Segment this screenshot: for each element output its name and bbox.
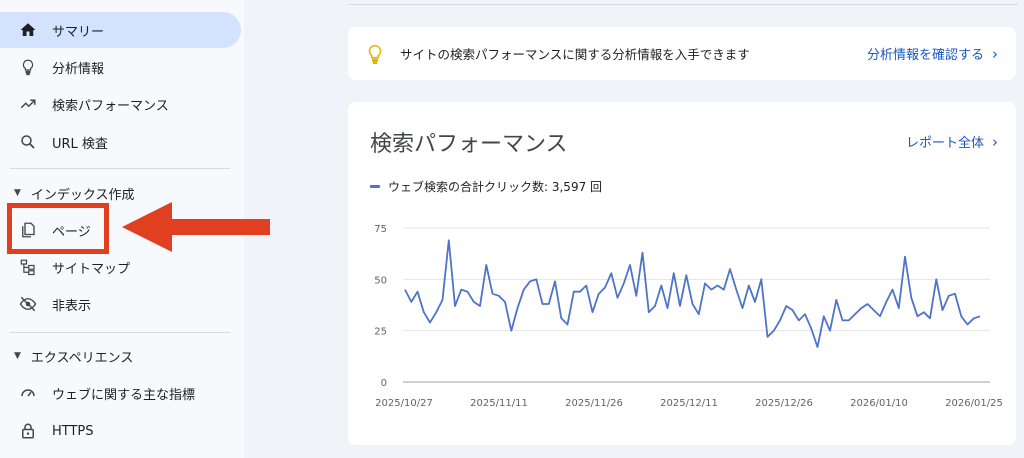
x-tick-label: 2025/11/11: [470, 398, 528, 409]
x-tick-label: 2025/12/26: [755, 398, 813, 409]
lock-icon: [18, 421, 38, 441]
sidebar-item-summary[interactable]: サマリー: [0, 12, 241, 48]
sidebar-item-insights[interactable]: 分析情報: [0, 49, 241, 85]
sitemap-icon: [18, 257, 38, 277]
performance-title: 検索パフォーマンス: [370, 132, 568, 157]
y-tick-label: 75: [374, 224, 387, 235]
x-tick-label: 2026/01/25: [945, 398, 1003, 409]
insights-card: サイトの検索パフォーマンスに関する分析情報を入手できます 分析情報を確認する ›: [348, 27, 1016, 80]
chevron-right-icon: ›: [992, 132, 998, 151]
sidebar-item-label: 検索パフォーマンス: [52, 98, 169, 114]
sidebar-item-label: URL 検査: [52, 136, 108, 152]
caret-down-icon: ▼: [14, 351, 21, 361]
legend-label: ウェブ検索の合計クリック数: 3,597 回: [388, 180, 603, 194]
trending-up-icon: [18, 94, 38, 114]
sidebar-item-label: 分析情報: [52, 61, 105, 77]
sidebar-item-https[interactable]: HTTPS: [0, 413, 241, 449]
sidebar-item-url-inspection[interactable]: URL 検査: [0, 124, 241, 160]
section-label: エクスペリエンス: [30, 350, 134, 366]
chart-legend: ウェブ検索の合計クリック数: 3,597 回: [370, 178, 602, 195]
chevron-right-icon: ›: [992, 44, 998, 63]
x-tick-label: 2025/11/26: [565, 398, 623, 409]
header-divider: [348, 4, 1018, 5]
lightbulb-icon: [18, 57, 38, 77]
full-report-link[interactable]: レポート全体 ›: [905, 132, 998, 152]
sidebar-item-label: 非表示: [52, 298, 92, 314]
x-tick-label: 2025/12/11: [660, 398, 718, 409]
sidebar-item-label: サマリー: [52, 24, 105, 40]
x-tick-label: 2025/10/27: [375, 398, 433, 409]
performance-card: 検索パフォーマンス レポート全体 › ウェブ検索の合計クリック数: 3,597 …: [348, 102, 1016, 445]
search-icon: [18, 132, 38, 152]
y-tick-label: 50: [374, 275, 387, 286]
sidebar-item-label: ウェブに関する主な指標: [52, 387, 196, 403]
clicks-line-chart: 0 25 50 75 2025/10/27 2025/11/11 2025/11/26 202…: [374, 224, 1003, 409]
caret-down-icon: ▼: [14, 188, 21, 198]
view-insights-label: 分析情報を確認する: [866, 48, 984, 63]
sidebar-item-core-web-vitals[interactable]: ウェブに関する主な指標: [0, 375, 241, 411]
lightbulb-icon: [364, 43, 386, 65]
x-tick-label: 2026/01/10: [850, 398, 908, 409]
full-report-label: レポート全体: [905, 136, 984, 151]
sidebar-item-search-performance[interactable]: 検索パフォーマンス: [0, 86, 241, 122]
annotation-highlight-box: [7, 203, 109, 254]
section-experience[interactable]: ▼ エクスペリエンス: [0, 341, 133, 371]
y-tick-label: 0: [381, 378, 387, 389]
legend-swatch: [370, 185, 380, 188]
home-icon: [18, 20, 38, 40]
sidebar-item-label: サイトマップ: [52, 261, 131, 277]
section-label: インデックス作成: [30, 187, 135, 203]
sidebar-item-sitemaps[interactable]: サイトマップ: [0, 249, 241, 285]
sidebar-divider: [10, 332, 230, 333]
sidebar-item-removals[interactable]: 非表示: [0, 286, 241, 322]
visibility-off-icon: [18, 294, 38, 314]
annotation-arrow: [122, 202, 270, 252]
insights-text: サイトの検索パフォーマンスに関する分析情報を入手できます: [400, 47, 750, 62]
y-tick-label: 25: [374, 327, 387, 338]
sidebar-item-label: HTTPS: [52, 423, 94, 439]
sidebar-divider: [10, 168, 230, 169]
speed-gauge-icon: [18, 383, 38, 403]
view-insights-link[interactable]: 分析情報を確認する ›: [866, 44, 998, 64]
